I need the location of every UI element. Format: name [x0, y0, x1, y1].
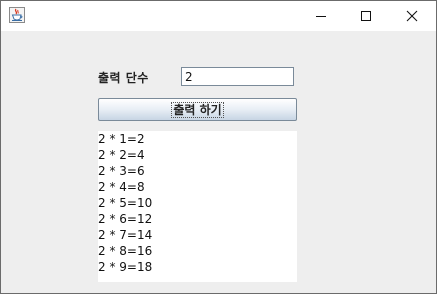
result-line: 2 * 4=8: [98, 180, 145, 194]
result-text-area[interactable]: 2 * 1=2 2 * 2=4 2 * 3=6 2 * 4=8 2 * 5=10…: [98, 131, 297, 282]
dan-label: 출력 단수: [98, 71, 149, 85]
result-line: 2 * 2=4: [98, 148, 145, 162]
result-line: 2 * 1=2: [98, 132, 145, 146]
minimize-icon: [316, 16, 326, 17]
result-line: 2 * 3=6: [98, 164, 145, 178]
close-button[interactable]: [389, 1, 435, 31]
dan-input[interactable]: [181, 67, 294, 86]
result-line: 2 * 5=10: [98, 196, 153, 210]
title-bar[interactable]: [1, 1, 436, 31]
java-cup-icon[interactable]: [9, 7, 25, 23]
maximize-icon: [361, 11, 371, 21]
result-line: 2 * 6=12: [98, 212, 153, 226]
app-window: 출력 단수 출력 하기 2 * 1=2 2 * 2=4 2 * 3=6 2 * …: [0, 0, 437, 294]
print-button-label: 출력 하기: [171, 101, 224, 118]
result-line: 2 * 9=18: [98, 260, 153, 274]
close-icon: [406, 10, 418, 22]
print-button[interactable]: 출력 하기: [98, 98, 297, 121]
minimize-button[interactable]: [298, 1, 344, 31]
content-pane: 출력 단수 출력 하기 2 * 1=2 2 * 2=4 2 * 3=6 2 * …: [1, 31, 436, 293]
result-line: 2 * 7=14: [98, 228, 153, 242]
result-line: 2 * 8=16: [98, 244, 153, 258]
maximize-button[interactable]: [343, 1, 389, 31]
